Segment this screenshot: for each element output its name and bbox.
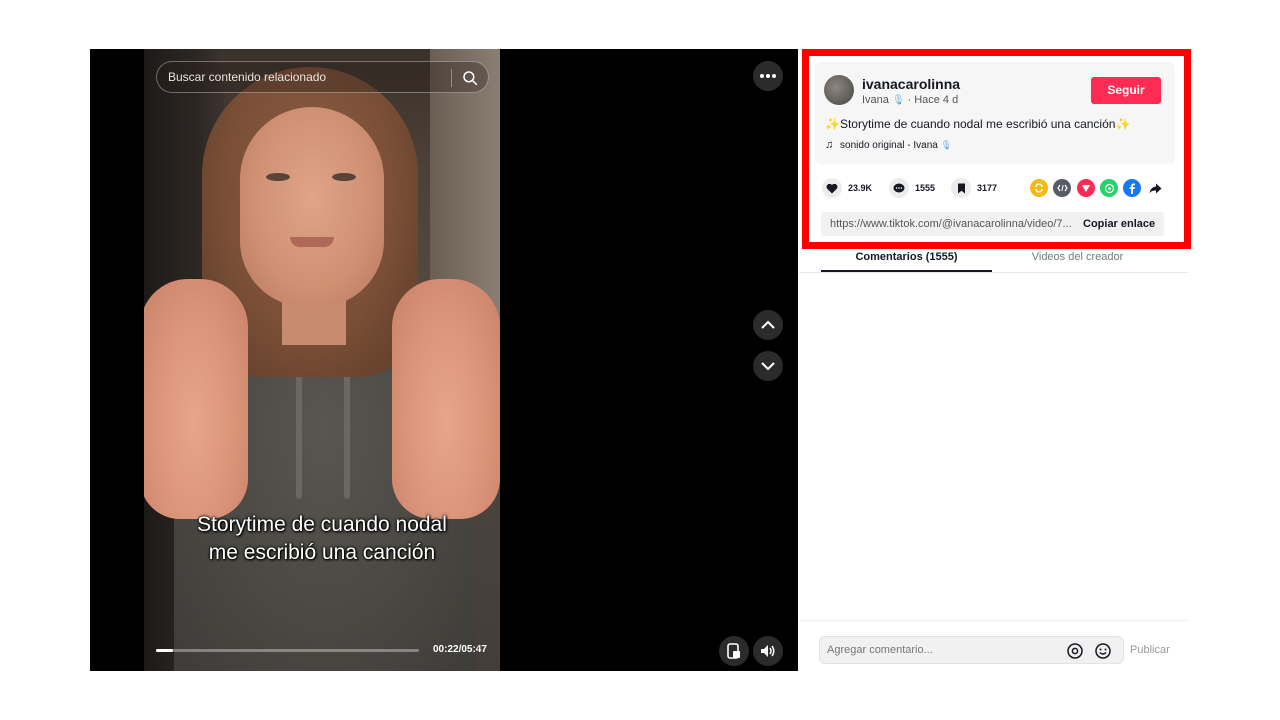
person-hand-right bbox=[392, 279, 500, 519]
previous-video-button[interactable] bbox=[753, 310, 783, 340]
person-mouth bbox=[290, 237, 334, 247]
search-placeholder: Buscar contenido relacionado bbox=[168, 70, 327, 84]
pip-icon bbox=[727, 643, 740, 659]
highlight-frame bbox=[802, 49, 1191, 249]
person-hand-left bbox=[144, 279, 248, 519]
emoji-icon[interactable] bbox=[1094, 642, 1112, 660]
comment-input[interactable]: Agregar comentario... bbox=[819, 636, 1124, 664]
tab-creator-videos[interactable]: Videos del creador bbox=[992, 251, 1163, 263]
person-face bbox=[240, 107, 384, 307]
video-caption: Storytime de cuando nodal me escribió un… bbox=[144, 511, 500, 567]
volume-button[interactable] bbox=[753, 636, 783, 666]
tab-divider bbox=[799, 272, 1188, 273]
page: Storytime de cuando nodal me escribió un… bbox=[0, 0, 1280, 720]
chevron-up-icon bbox=[761, 320, 775, 329]
video-progress-bar[interactable] bbox=[156, 649, 419, 652]
video-time: 00:22/05:47 bbox=[433, 644, 487, 655]
caption-line: Storytime de cuando nodal bbox=[197, 513, 447, 536]
volume-icon bbox=[761, 645, 775, 657]
chevron-down-icon bbox=[761, 362, 775, 371]
ellipsis-icon bbox=[760, 74, 776, 78]
video-frame[interactable]: Storytime de cuando nodal me escribió un… bbox=[144, 49, 500, 671]
person-eye bbox=[332, 173, 356, 181]
search-icon[interactable] bbox=[461, 69, 479, 87]
caption-line: me escribió una canción bbox=[208, 541, 436, 564]
comment-bar-divider bbox=[799, 620, 1188, 621]
publish-button[interactable]: Publicar bbox=[1130, 644, 1170, 656]
progress-fill bbox=[156, 649, 173, 652]
tab-comments[interactable]: Comentarios (1555) bbox=[821, 251, 992, 263]
comment-placeholder: Agregar comentario... bbox=[827, 644, 933, 656]
picture-in-picture-button[interactable] bbox=[719, 636, 749, 666]
related-search-input[interactable]: Buscar contenido relacionado bbox=[156, 61, 489, 93]
person-eye bbox=[266, 173, 290, 181]
mention-icon[interactable] bbox=[1066, 642, 1084, 660]
search-divider bbox=[451, 69, 452, 87]
next-video-button[interactable] bbox=[753, 351, 783, 381]
more-options-button[interactable] bbox=[753, 61, 783, 91]
video-player[interactable]: Storytime de cuando nodal me escribió un… bbox=[90, 49, 798, 671]
